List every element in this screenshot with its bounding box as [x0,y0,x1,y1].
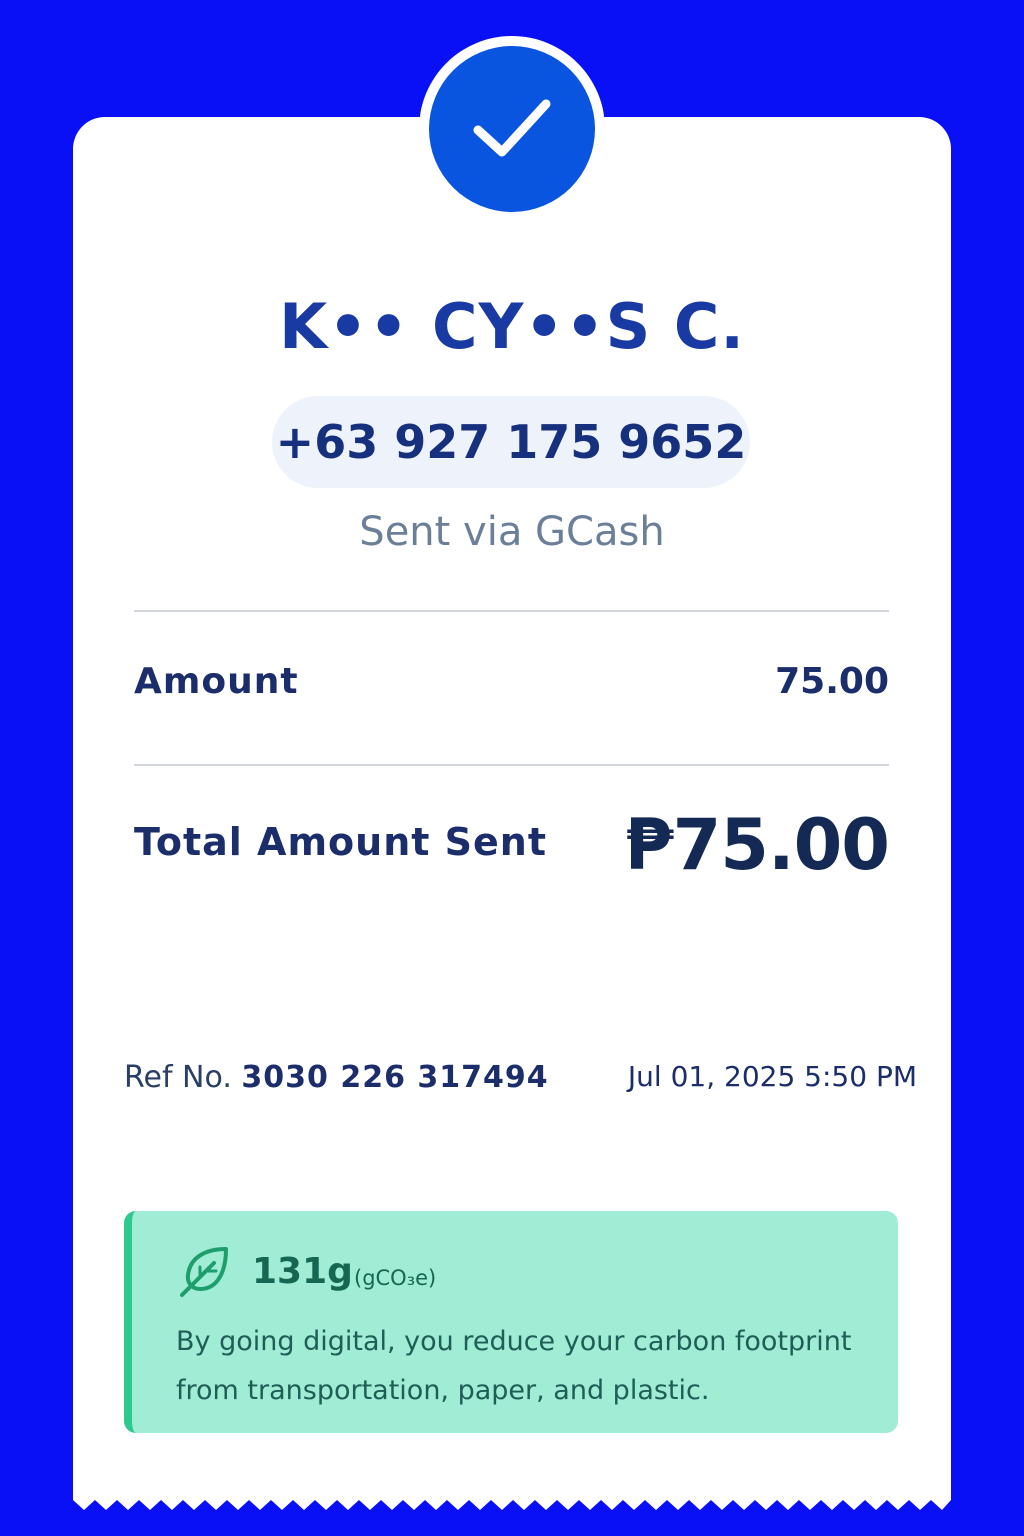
transaction-datetime: Jul 01, 2025 5:50 PM [627,1060,917,1093]
total-value: ₱75.00 [624,804,890,886]
success-badge [429,46,595,212]
receipt-torn-edge [73,1490,951,1510]
recipient-phone: +63 927 175 9652 [272,396,750,488]
payment-channel: Sent via GCash [359,509,665,555]
divider [134,610,889,612]
reference-value: 3030 226 317494 [241,1060,549,1095]
checkmark-icon [473,99,551,157]
reference-number[interactable]: Ref No. 3030 226 317494 [124,1060,549,1095]
carbon-saved-amount: 131g [252,1251,353,1292]
carbon-message: By going digital, you reduce your carbon… [176,1326,852,1406]
amount-value: 75.00 [775,661,889,702]
recipient-name: K•• CY••S C. [279,290,745,363]
divider [134,764,889,766]
total-label: Total Amount Sent [134,820,548,864]
amount-label: Amount [134,661,299,702]
reference-label: Ref No. [124,1060,232,1095]
leaf-icon [180,1247,228,1297]
carbon-unit: (gCO₃e) [354,1266,437,1290]
carbon-footprint-banner: 131g (gCO₃e) By going digital, you reduc… [124,1211,898,1433]
